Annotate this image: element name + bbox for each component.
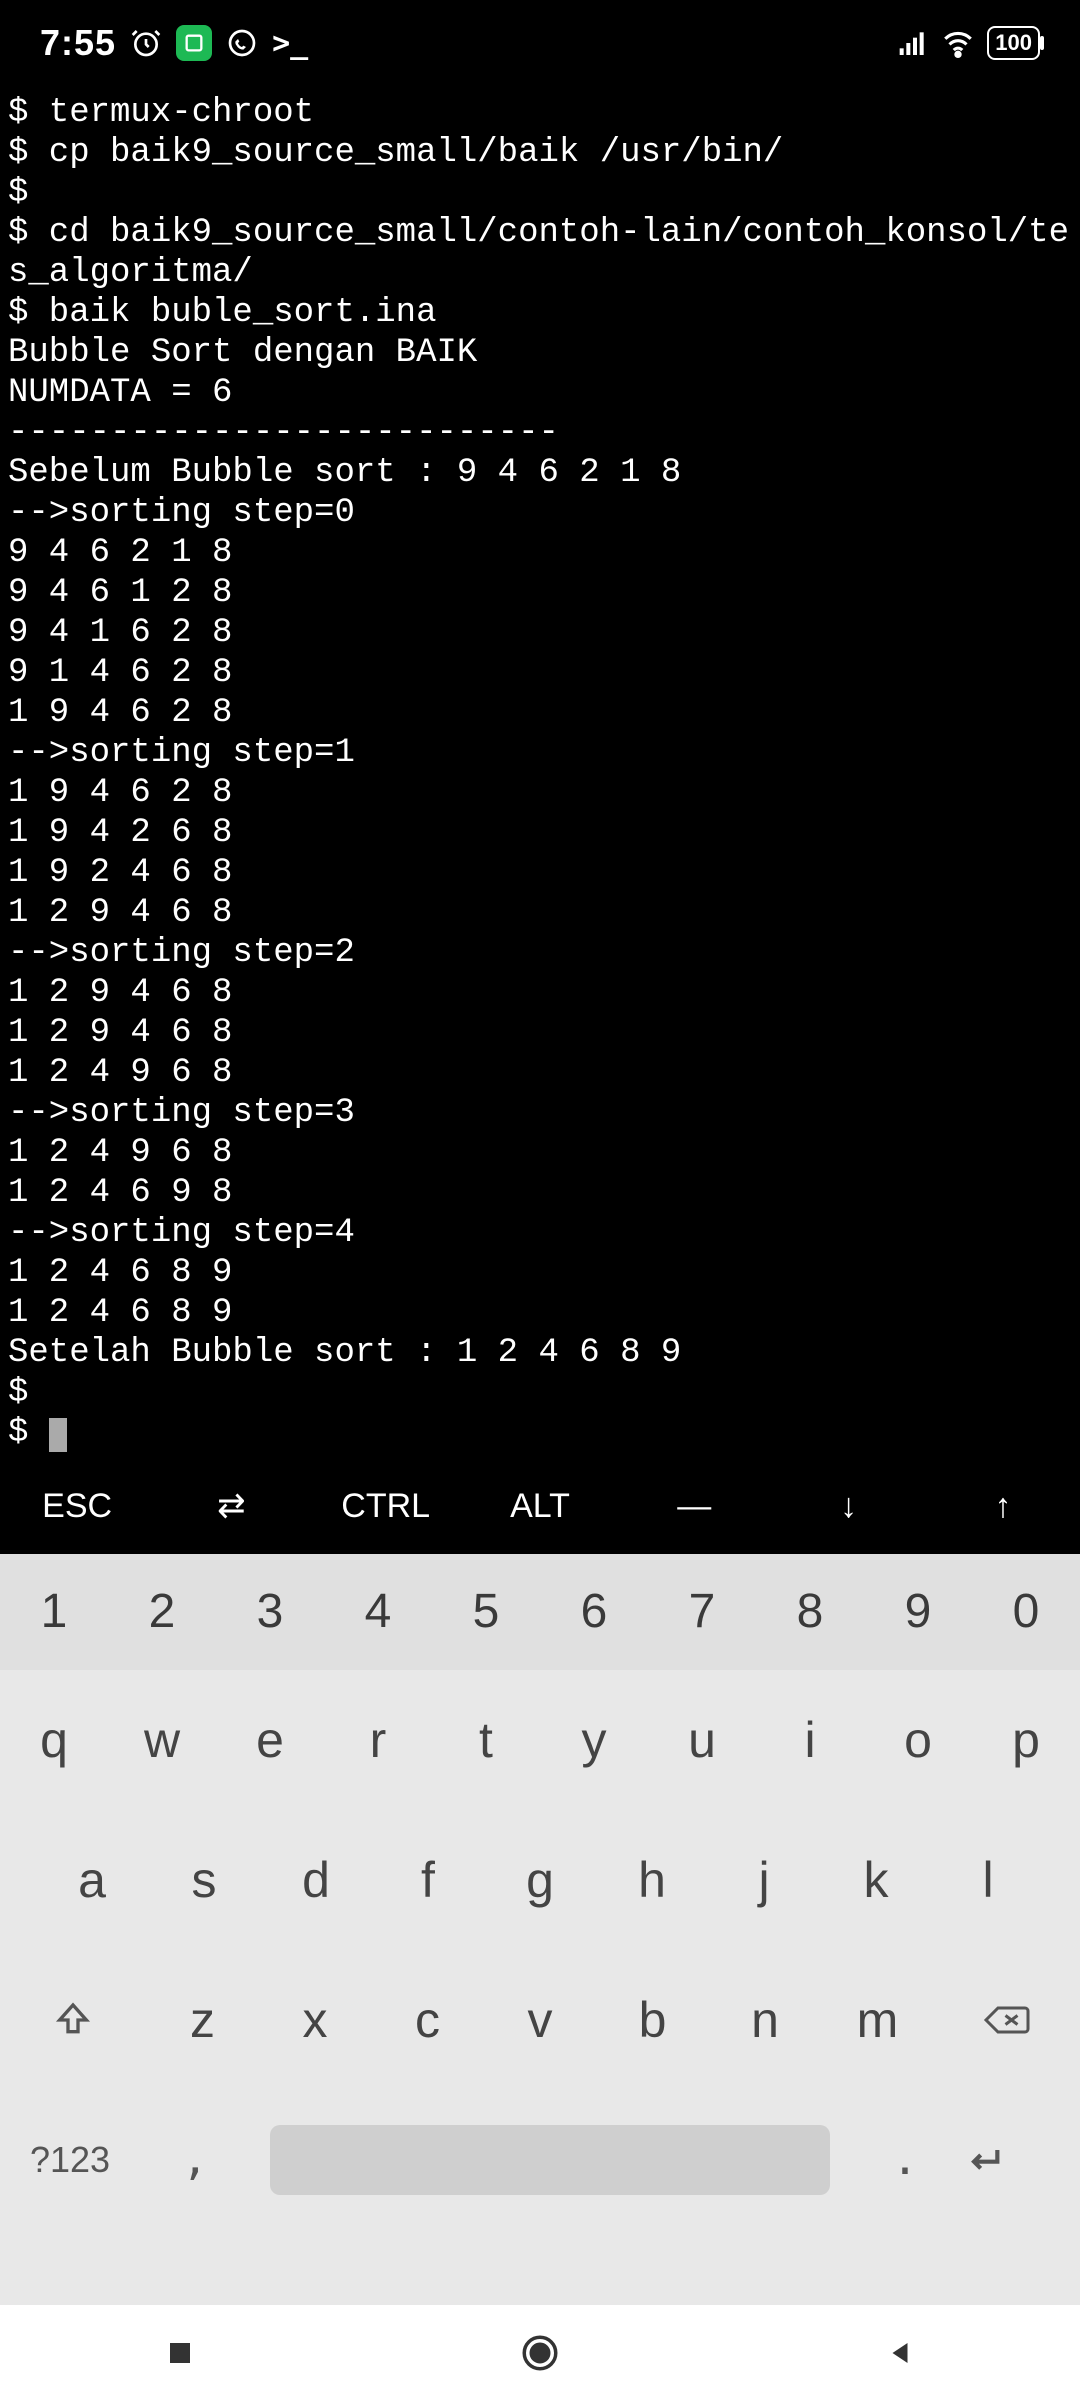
terminal-cursor — [49, 1418, 67, 1452]
key-v[interactable]: v — [484, 1950, 597, 2090]
key-f[interactable]: f — [372, 1810, 484, 1950]
key-h[interactable]: h — [596, 1810, 708, 1950]
termux-prompt-icon: >_ — [272, 26, 308, 61]
battery-level: 100 — [995, 30, 1032, 56]
keyboard-row-z: zxcvbnm — [0, 1950, 1080, 2090]
key-s[interactable]: s — [148, 1810, 260, 1950]
key-o[interactable]: o — [864, 1670, 972, 1810]
key-n[interactable]: n — [709, 1950, 822, 2090]
signal-icon — [897, 27, 929, 59]
key-tab[interactable]: ⇄ — [154, 1486, 308, 1526]
status-bar: 7:55 >_ 100 — [0, 0, 1080, 87]
key-period[interactable]: . — [850, 2134, 960, 2185]
key-l[interactable]: l — [932, 1810, 1044, 1950]
key-c[interactable]: c — [371, 1950, 484, 2090]
key-1[interactable]: 1 — [0, 1554, 108, 1670]
wifi-icon — [941, 26, 975, 60]
keyboard-number-row: 1234567890 — [0, 1554, 1080, 1670]
key-6[interactable]: 6 — [540, 1554, 648, 1670]
key-enter[interactable] — [960, 2140, 1080, 2180]
clock: 7:55 — [40, 22, 116, 64]
key-i[interactable]: i — [756, 1670, 864, 1810]
key-y[interactable]: y — [540, 1670, 648, 1810]
key-alt[interactable]: ALT — [463, 1487, 617, 1526]
key-4[interactable]: 4 — [324, 1554, 432, 1670]
termux-extra-keys: ESC ⇄ CTRL ALT ― ↓ ↑ — [0, 1459, 1080, 1554]
keyboard-bottom-row: ?123 , . — [0, 2090, 1080, 2230]
nav-recent[interactable] — [155, 2328, 205, 2378]
key-j[interactable]: j — [708, 1810, 820, 1950]
key-w[interactable]: w — [108, 1670, 216, 1810]
key-b[interactable]: b — [596, 1950, 709, 2090]
key-9[interactable]: 9 — [864, 1554, 972, 1670]
battery-indicator: 100 — [987, 26, 1040, 60]
key-m[interactable]: m — [821, 1950, 934, 2090]
android-nav-bar — [0, 2305, 1080, 2400]
key-7[interactable]: 7 — [648, 1554, 756, 1670]
key-symbols[interactable]: ?123 — [0, 2139, 140, 2181]
whatsapp-icon — [226, 27, 258, 59]
key-5[interactable]: 5 — [432, 1554, 540, 1670]
key-8[interactable]: 8 — [756, 1554, 864, 1670]
keyboard-row-q: qwertyuiop — [0, 1670, 1080, 1810]
key-3[interactable]: 3 — [216, 1554, 324, 1670]
key-z[interactable]: z — [146, 1950, 259, 2090]
key-x[interactable]: x — [259, 1950, 372, 2090]
key-a[interactable]: a — [36, 1810, 148, 1950]
key-p[interactable]: p — [972, 1670, 1080, 1810]
key-u[interactable]: u — [648, 1670, 756, 1810]
key-e[interactable]: e — [216, 1670, 324, 1810]
terminal-output[interactable]: $ termux-chroot $ cp baik9_source_small/… — [0, 87, 1080, 1459]
key-q[interactable]: q — [0, 1670, 108, 1810]
key-down[interactable]: ↓ — [771, 1487, 925, 1526]
keyboard-row-a: asdfghjkl — [0, 1810, 1080, 1950]
key-g[interactable]: g — [484, 1810, 596, 1950]
key-0[interactable]: 0 — [972, 1554, 1080, 1670]
app-notification-icon — [176, 25, 212, 61]
key-esc[interactable]: ESC — [0, 1487, 154, 1526]
key-t[interactable]: t — [432, 1670, 540, 1810]
key-r[interactable]: r — [324, 1670, 432, 1810]
key-up[interactable]: ↑ — [926, 1487, 1080, 1526]
key-dash[interactable]: ― — [617, 1487, 771, 1526]
key-space[interactable] — [270, 2125, 830, 2195]
soft-keyboard: 1234567890 qwertyuiop asdfghjkl zxcvbnm … — [0, 1554, 1080, 2305]
nav-home[interactable] — [515, 2328, 565, 2378]
key-d[interactable]: d — [260, 1810, 372, 1950]
status-left: 7:55 >_ — [40, 22, 308, 64]
nav-back[interactable] — [875, 2328, 925, 2378]
key-backspace[interactable] — [934, 1950, 1080, 2090]
status-right: 100 — [897, 26, 1040, 60]
key-comma[interactable]: , — [140, 2134, 250, 2185]
key-k[interactable]: k — [820, 1810, 932, 1950]
key-ctrl[interactable]: CTRL — [309, 1487, 463, 1526]
key-shift[interactable] — [0, 1950, 146, 2090]
alarm-icon — [130, 27, 162, 59]
key-2[interactable]: 2 — [108, 1554, 216, 1670]
